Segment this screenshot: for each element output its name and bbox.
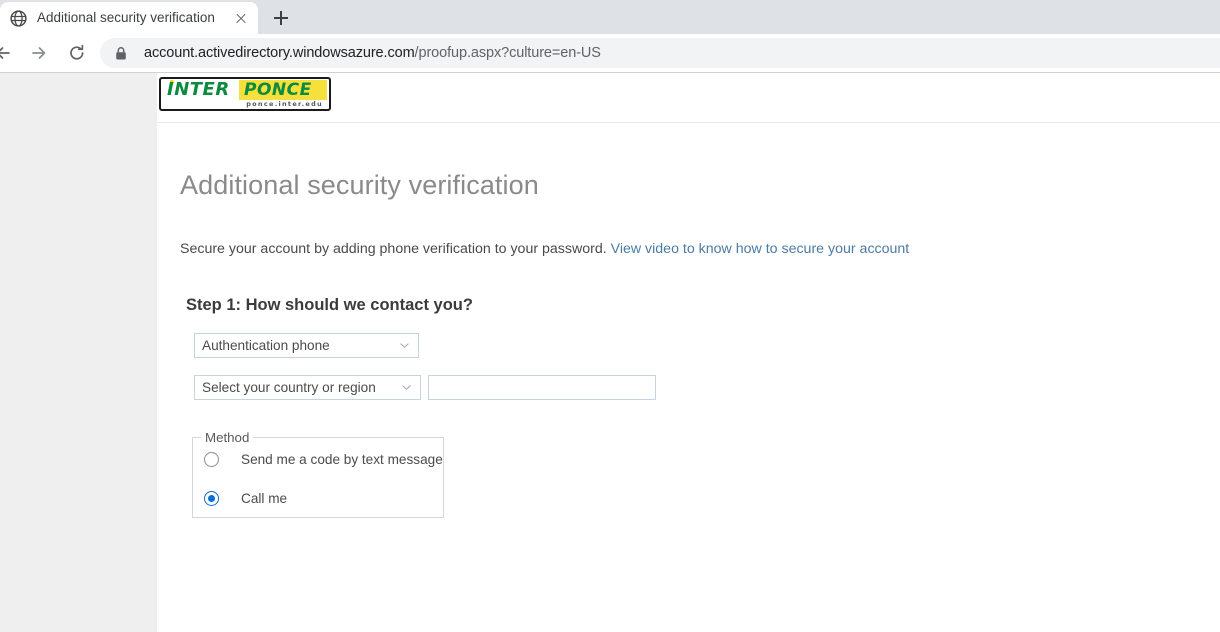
logo-primary-text: INTER	[167, 79, 230, 100]
contact-method-select[interactable]: Authentication phone	[194, 333, 419, 358]
page-description-text: Secure your account by adding phone veri…	[180, 241, 611, 257]
reload-icon[interactable]	[62, 38, 92, 68]
tab-strip: Additional security verification	[0, 0, 1220, 34]
lock-icon	[114, 46, 128, 61]
country-select-value: Select your country or region	[202, 380, 376, 395]
page-title: Additional security verification	[180, 170, 539, 200]
step-title: Step 1: How should we contact you?	[186, 296, 473, 314]
phone-row: Select your country or region	[180, 375, 1220, 400]
new-tab-button[interactable]	[268, 5, 294, 31]
url-domain: account.activedirectory.windowsazure.com	[144, 45, 415, 61]
method-option-label: Call me	[241, 491, 288, 506]
radio-unselected-icon[interactable]	[204, 452, 219, 467]
browser-toolbar: account.activedirectory.windowsazure.com…	[0, 34, 1220, 72]
radio-selected-icon[interactable]	[204, 491, 219, 506]
browser-tab[interactable]: Additional security verification	[0, 2, 258, 34]
tab-title: Additional security verification	[37, 10, 215, 25]
contact-method-row: Authentication phone	[180, 333, 1220, 358]
method-option-label: Send me a code by text message	[241, 452, 443, 467]
inter-ponce-logo: INTER PONCE ponce.inter.edu	[159, 77, 331, 111]
page-content: INTER PONCE ponce.inter.edu Additional s…	[157, 73, 1220, 632]
back-arrow-icon[interactable]	[0, 38, 18, 68]
logo-secondary-text: PONCE	[244, 80, 312, 100]
method-option-call-me[interactable]: Call me	[193, 491, 443, 506]
chevron-down-icon	[400, 343, 409, 348]
globe-icon	[10, 9, 27, 27]
method-legend: Method	[205, 430, 250, 445]
page-viewport: INTER PONCE ponce.inter.edu Additional s…	[0, 73, 1220, 632]
url-path: /proofup.aspx?culture=en-US	[414, 45, 601, 61]
method-fieldset: Method Send me a code by text message Ca…	[192, 430, 444, 518]
forward-arrow-icon[interactable]	[24, 38, 54, 68]
contact-method-value: Authentication phone	[202, 338, 330, 353]
address-bar[interactable]: account.activedirectory.windowsazure.com…	[100, 38, 1220, 68]
address-bar-text: account.activedirectory.windowsazure.com…	[144, 45, 601, 61]
main-content: Additional security verification Secure …	[157, 123, 1220, 518]
phone-number-input[interactable]	[428, 375, 656, 400]
logo-url-text: ponce.inter.edu	[246, 100, 323, 108]
close-icon[interactable]	[230, 7, 252, 29]
view-video-link[interactable]: View video to know how to secure your ac…	[611, 241, 910, 257]
country-select[interactable]: Select your country or region	[194, 375, 421, 400]
method-option-text-message[interactable]: Send me a code by text message	[193, 452, 443, 467]
chevron-down-icon	[402, 385, 411, 390]
site-header: INTER PONCE ponce.inter.edu	[157, 73, 1220, 123]
browser-window: Additional security verification account…	[0, 0, 1220, 632]
page-description: Secure your account by adding phone veri…	[180, 240, 1220, 258]
